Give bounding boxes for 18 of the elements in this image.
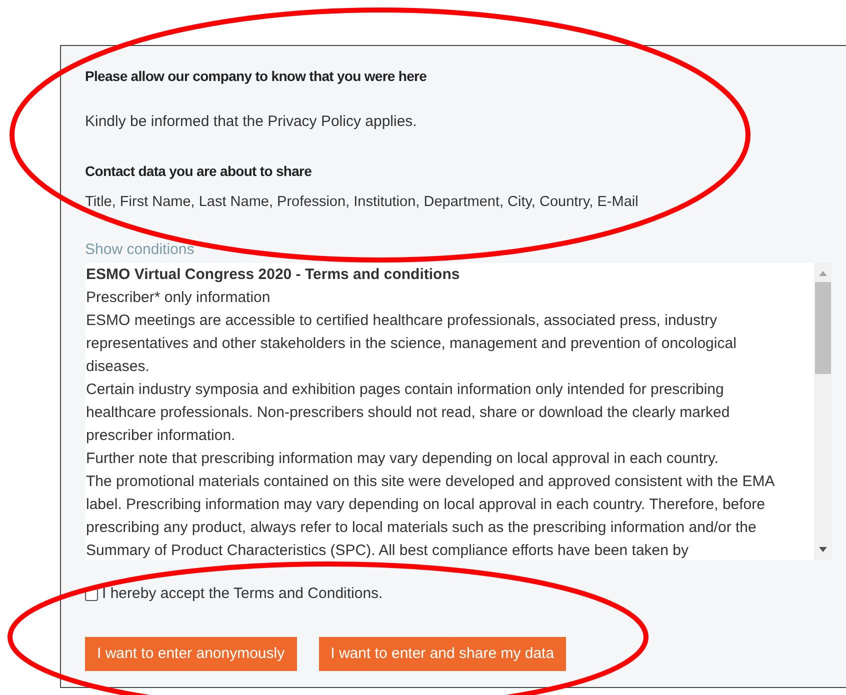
scrollbar[interactable] [814,262,832,560]
terms-title: ESMO Virtual Congress 2020 - Terms and conditions [86,264,461,285]
terms-paragraph: ESMO meetings are accessible to certified healthcare professionals, associated press, industry representatives and other stakeholders in the science, management and prevention of oncological diseases. [86,310,738,377]
accept-label: I hereby accept the Terms and Conditions. [102,584,383,604]
enter-button[interactable]: I want to enter anonymously [85,637,297,672]
terms-paragraph: The promotional materials contained on this site were developed and approved consistent with the EMA label. Prescribing information may vary depending on local approval in each country. Therefore, before prescribing any product, always refer to local materials such as the prescribing information and/or the Summary of Product Characteristics (SPC). All best compliance efforts have been taken by [86,472,776,560]
terms-paragraph: Further note that prescribing information may vary depending on local approval in each country. [86,448,720,469]
scroll-thumb[interactable] [815,282,831,374]
enter-button[interactable]: I want to enter and share my data [318,637,566,672]
notice-heading: Please allow our company to know that you were here [85,67,428,86]
show-conditions-link[interactable]: Show conditions [85,239,194,262]
scroll-up-icon[interactable] [819,270,827,276]
contact-heading: Contact data you are about to share [85,162,313,181]
contact-fields: Title, First Name, Last Name, Profession, Institution, Department, City, Country, E-Mail [85,192,832,214]
scroll-down-icon[interactable] [819,546,827,552]
terms-paragraph: Certain industry symposia and exhibition pages contain information only intended for prescribing healthcare professionals. Non-prescribers should not read, share or download the clearly marked prescriber information. [86,380,731,446]
notice-text: Kindly be informed that the Privacy Policy applies. [85,112,418,132]
terms-paragraph: Prescriber* only information [86,288,272,308]
